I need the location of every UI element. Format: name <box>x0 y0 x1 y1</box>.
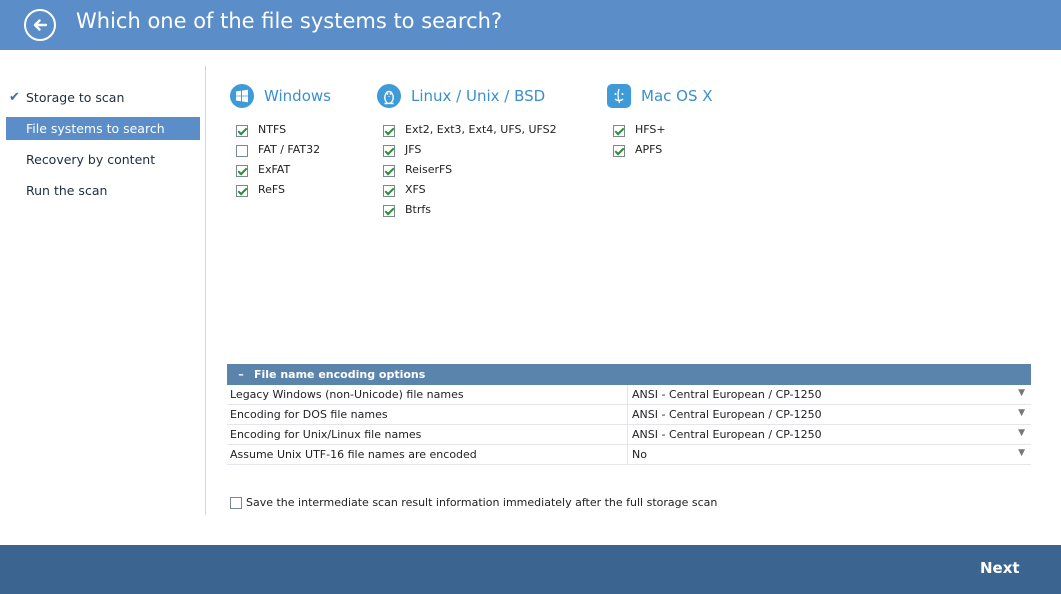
page-title: Which one of the file systems to search? <box>76 9 503 33</box>
encoding-row-label: Encoding for Unix/Linux file names <box>230 428 422 441</box>
fs-label: JFS <box>405 143 422 156</box>
encoding-select[interactable]: No ▼ <box>627 445 1031 465</box>
step-label: File systems to search <box>26 121 165 136</box>
checkbox[interactable] <box>236 165 248 177</box>
encoding-options-panel: – File name encoding options Legacy Wind… <box>227 364 1031 465</box>
group-title: Windows <box>264 87 331 105</box>
step-file-systems-to-search[interactable]: File systems to search <box>6 117 200 140</box>
mac-finder-icon <box>607 84 631 108</box>
windows-logo-icon <box>230 84 254 108</box>
header-bar: Which one of the file systems to search? <box>0 0 1061 50</box>
encoding-row: Assume Unix UTF-16 file names are encode… <box>227 445 1031 465</box>
fs-label: Btrfs <box>405 203 431 216</box>
dropdown-arrow-icon: ▼ <box>1018 428 1025 438</box>
encoding-row: Encoding for Unix/Linux file names ANSI … <box>227 425 1031 445</box>
dropdown-arrow-icon: ▼ <box>1018 448 1025 458</box>
encoding-select-value: ANSI - Central European / CP-1250 <box>632 428 822 441</box>
fs-label: XFS <box>405 183 426 196</box>
encoding-row-label: Legacy Windows (non-Unicode) file names <box>230 388 464 401</box>
checkbox[interactable] <box>613 125 625 137</box>
step-label: Recovery by content <box>26 152 156 167</box>
fs-label: NTFS <box>258 123 287 136</box>
dropdown-arrow-icon: ▼ <box>1018 388 1025 398</box>
fs-label: ReiserFS <box>405 163 453 176</box>
step-label: Run the scan <box>26 183 108 198</box>
checkbox[interactable] <box>383 185 395 197</box>
arrow-left-icon <box>33 19 48 31</box>
step-storage-to-scan[interactable]: ✔ Storage to scan <box>6 86 200 109</box>
checkbox[interactable] <box>236 145 248 157</box>
next-button[interactable]: Next <box>980 559 1020 577</box>
encoding-options-header: – File name encoding options <box>227 364 1031 385</box>
encoding-row-label: Encoding for DOS file names <box>230 408 388 421</box>
checkbox[interactable] <box>383 165 395 177</box>
save-option-label: Save the intermediate scan result inform… <box>246 496 718 509</box>
dropdown-arrow-icon: ▼ <box>1018 408 1025 418</box>
fs-label: Ext2, Ext3, Ext4, UFS, UFS2 <box>405 123 557 136</box>
checkbox[interactable] <box>236 185 248 197</box>
fs-label: ReFS <box>258 183 286 196</box>
footer-bar: Next <box>0 545 1061 594</box>
fs-label: FAT / FAT32 <box>258 143 321 156</box>
fs-label: APFS <box>635 143 663 156</box>
group-title: Linux / Unix / BSD <box>411 87 546 105</box>
group-title: Mac OS X <box>641 87 713 105</box>
linux-penguin-icon <box>377 84 401 108</box>
encoding-select[interactable]: ANSI - Central European / CP-1250 ▼ <box>627 425 1031 445</box>
fs-label: ExFAT <box>258 163 291 176</box>
fs-label: HFS+ <box>635 123 666 136</box>
encoding-select-value: ANSI - Central European / CP-1250 <box>632 408 822 421</box>
step-run-the-scan[interactable]: Run the scan <box>6 179 200 202</box>
step-recovery-by-content[interactable]: Recovery by content <box>6 148 200 171</box>
encoding-options-title: File name encoding options <box>254 368 426 381</box>
checkmark-icon: ✔ <box>9 90 20 105</box>
back-button[interactable] <box>24 9 56 41</box>
wizard-steps-sidebar: ✔ Storage to scan File systems to search… <box>0 66 206 515</box>
encoding-row: Legacy Windows (non-Unicode) file names … <box>227 385 1031 405</box>
step-label: Storage to scan <box>26 90 125 105</box>
encoding-select-value: No <box>632 448 647 461</box>
collapse-toggle[interactable]: – <box>234 364 248 385</box>
encoding-select[interactable]: ANSI - Central European / CP-1250 ▼ <box>627 385 1031 405</box>
checkbox[interactable] <box>230 497 242 509</box>
encoding-select-value: ANSI - Central European / CP-1250 <box>632 388 822 401</box>
checkbox[interactable] <box>236 125 248 137</box>
checkbox[interactable] <box>383 205 395 217</box>
encoding-row-label: Assume Unix UTF-16 file names are encode… <box>230 448 477 461</box>
encoding-select[interactable]: ANSI - Central European / CP-1250 ▼ <box>627 405 1031 425</box>
checkbox[interactable] <box>383 125 395 137</box>
checkbox[interactable] <box>613 145 625 157</box>
encoding-row: Encoding for DOS file names ANSI - Centr… <box>227 405 1031 425</box>
checkbox[interactable] <box>383 145 395 157</box>
